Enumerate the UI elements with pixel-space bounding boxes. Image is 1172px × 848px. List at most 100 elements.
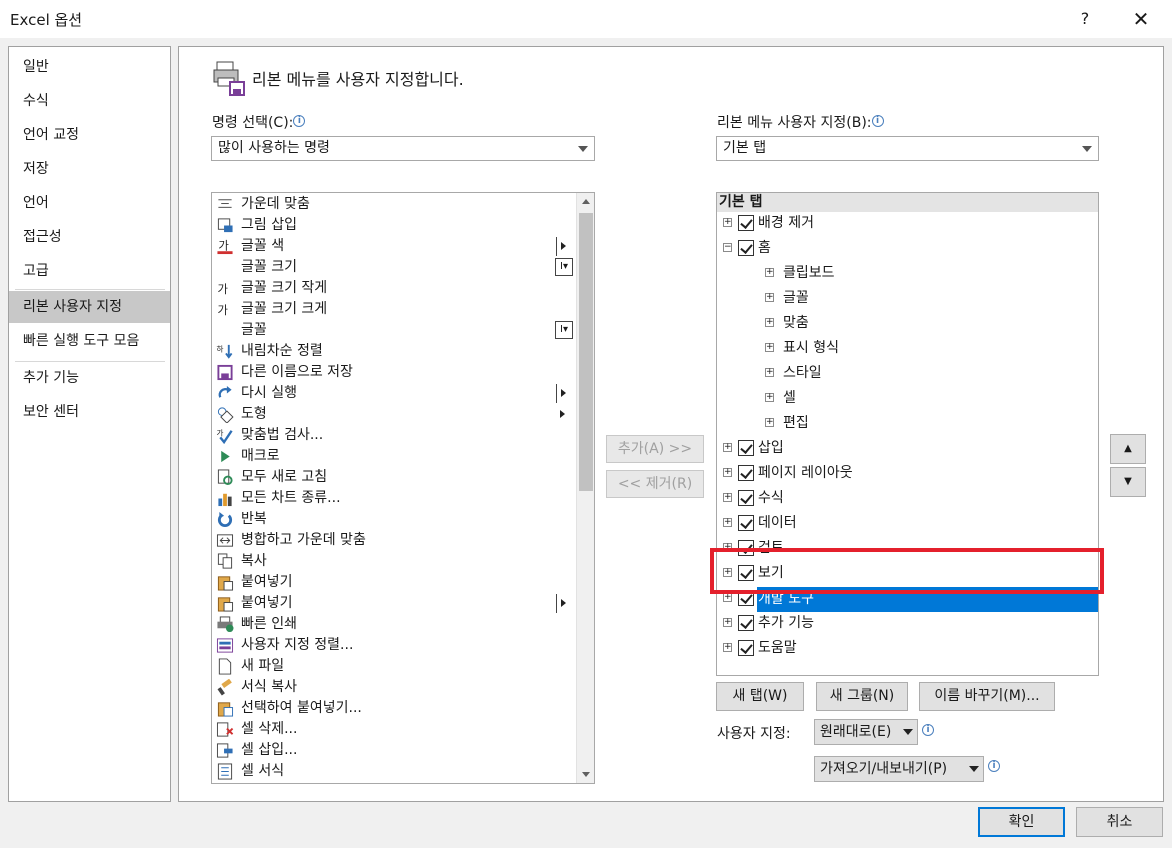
tree-item[interactable]: + 글꼴: [717, 287, 1098, 309]
command-item[interactable]: 셀 삽입...: [212, 740, 576, 761]
import-export-dropdown[interactable]: 가져오기/내보내기(P): [814, 756, 984, 782]
expand-icon[interactable]: +: [723, 468, 732, 477]
info-icon[interactable]: i: [988, 760, 1000, 772]
checkbox[interactable]: [738, 640, 754, 656]
expand-icon[interactable]: +: [765, 368, 774, 377]
command-item[interactable]: 도형: [212, 404, 576, 425]
command-item[interactable]: 선택하여 붙여넣기...: [212, 698, 576, 719]
tree-item[interactable]: + 수식: [717, 487, 1098, 509]
expand-icon[interactable]: +: [765, 343, 774, 352]
commands-list[interactable]: 가운데 맞춤 그림 삽입 가 글꼴 색 글꼴 크기 I▾ 가 글꼴 크기 작게 가 글꼴 크기 크…: [211, 192, 595, 784]
nav-item-add-ins[interactable]: 추가 기능: [9, 362, 170, 394]
expand-icon[interactable]: +: [723, 443, 732, 452]
nav-item-quick-access-toolbar[interactable]: 빠른 실행 도구 모음: [9, 325, 170, 357]
move-down-button[interactable]: ▼: [1110, 467, 1146, 497]
scroll-down-button[interactable]: [577, 765, 594, 783]
scroll-thumb[interactable]: [579, 213, 593, 491]
tree-item[interactable]: + 클립보드: [717, 262, 1098, 284]
command-item[interactable]: 빠른 인쇄: [212, 614, 576, 635]
tree-item[interactable]: + 맞춤: [717, 312, 1098, 334]
checkbox[interactable]: [738, 215, 754, 231]
command-item[interactable]: 글꼴 I▾: [212, 320, 576, 341]
move-up-button[interactable]: ▲: [1110, 434, 1146, 464]
customize-ribbon-combo[interactable]: 기본 탭: [716, 136, 1099, 161]
commands-scrollbar[interactable]: [576, 193, 594, 783]
tree-item[interactable]: + 데이터: [717, 512, 1098, 534]
command-item[interactable]: 가 글꼴 색: [212, 236, 576, 257]
command-item[interactable]: 붙여넣기: [212, 572, 576, 593]
info-icon[interactable]: i: [293, 115, 306, 127]
nav-item-save[interactable]: 저장: [9, 153, 170, 185]
checkbox[interactable]: [738, 440, 754, 456]
checkbox[interactable]: [738, 515, 754, 531]
checkbox[interactable]: [738, 240, 754, 256]
command-item[interactable]: 다른 이름으로 저장: [212, 362, 576, 383]
nav-item-formulas[interactable]: 수식: [9, 85, 170, 117]
expand-icon[interactable]: +: [765, 318, 774, 327]
checkbox[interactable]: [738, 490, 754, 506]
command-item[interactable]: 사용자 지정 정렬...: [212, 635, 576, 656]
command-item[interactable]: 모두 새로 고침: [212, 467, 576, 488]
tree-item[interactable]: + 도움말: [717, 637, 1098, 659]
expand-icon[interactable]: +: [723, 518, 732, 527]
expand-icon[interactable]: +: [723, 593, 732, 602]
command-item[interactable]: 가운데 맞춤: [212, 194, 576, 215]
rename-button[interactable]: 이름 바꾸기(M)...: [919, 682, 1055, 711]
collapse-icon[interactable]: −: [723, 243, 732, 252]
nav-item-general[interactable]: 일반: [9, 51, 170, 83]
new-group-button[interactable]: 새 그룹(N): [816, 682, 908, 711]
expand-icon[interactable]: +: [765, 418, 774, 427]
remove-button[interactable]: << 제거(R): [606, 470, 704, 498]
command-item[interactable]: 서식 복사: [212, 677, 576, 698]
command-item[interactable]: 병합하고 가운데 맞춤: [212, 530, 576, 551]
command-item[interactable]: 새 파일: [212, 656, 576, 677]
expand-icon[interactable]: +: [765, 393, 774, 402]
command-item[interactable]: 가 글꼴 크기 크게: [212, 299, 576, 320]
command-item[interactable]: 셀 서식: [212, 761, 576, 782]
command-item[interactable]: 복사: [212, 551, 576, 572]
tree-item[interactable]: + 표시 형식: [717, 337, 1098, 359]
expand-icon[interactable]: +: [723, 618, 732, 627]
checkbox[interactable]: [738, 615, 754, 631]
nav-item-advanced[interactable]: 고급: [9, 255, 170, 287]
nav-item-proofing[interactable]: 언어 교정: [9, 119, 170, 151]
help-button[interactable]: ?: [1074, 6, 1096, 32]
reset-dropdown[interactable]: 원래대로(E): [814, 719, 918, 745]
expand-icon[interactable]: +: [765, 293, 774, 302]
tree-item[interactable]: + 페이지 레이아웃: [717, 462, 1098, 484]
command-item[interactable]: 가 맞춤법 검사...: [212, 425, 576, 446]
info-icon[interactable]: i: [922, 724, 934, 736]
command-item[interactable]: 그림 삽입: [212, 215, 576, 236]
expand-icon[interactable]: +: [723, 493, 732, 502]
choose-commands-combo[interactable]: 많이 사용하는 명령: [211, 136, 595, 161]
nav-item-trust-center[interactable]: 보안 센터: [9, 396, 170, 428]
command-item[interactable]: 셀 삭제...: [212, 719, 576, 740]
command-item[interactable]: 반복: [212, 509, 576, 530]
nav-item-customize-ribbon[interactable]: 리본 사용자 지정: [9, 291, 170, 323]
command-item[interactable]: 하 내림차순 정렬: [212, 341, 576, 362]
tree-item[interactable]: + 스타일: [717, 362, 1098, 384]
expand-icon[interactable]: +: [765, 268, 774, 277]
checkbox[interactable]: [738, 465, 754, 481]
nav-item-accessibility[interactable]: 접근성: [9, 221, 170, 253]
command-item[interactable]: 붙여넣기: [212, 593, 576, 614]
info-icon[interactable]: i: [871, 115, 884, 127]
new-tab-button[interactable]: 새 탭(W): [716, 682, 804, 711]
ok-button[interactable]: 확인: [978, 807, 1065, 837]
cancel-button[interactable]: 취소: [1076, 807, 1163, 837]
command-item[interactable]: 모든 차트 종류...: [212, 488, 576, 509]
tree-item[interactable]: − 홈: [717, 237, 1098, 259]
scroll-up-button[interactable]: [577, 193, 594, 211]
tree-item[interactable]: + 추가 기능: [717, 612, 1098, 634]
command-item[interactable]: 다시 실행: [212, 383, 576, 404]
close-button[interactable]: ✕: [1124, 2, 1158, 36]
expand-icon[interactable]: +: [723, 218, 732, 227]
tree-item[interactable]: + 배경 제거: [717, 212, 1098, 234]
tree-item[interactable]: + 편집: [717, 412, 1098, 434]
command-item[interactable]: 매크로: [212, 446, 576, 467]
tree-item[interactable]: + 셀: [717, 387, 1098, 409]
nav-item-language[interactable]: 언어: [9, 187, 170, 219]
expand-icon[interactable]: +: [723, 643, 732, 652]
tree-item[interactable]: + 삽입: [717, 437, 1098, 459]
command-item[interactable]: 글꼴 크기 I▾: [212, 257, 576, 278]
